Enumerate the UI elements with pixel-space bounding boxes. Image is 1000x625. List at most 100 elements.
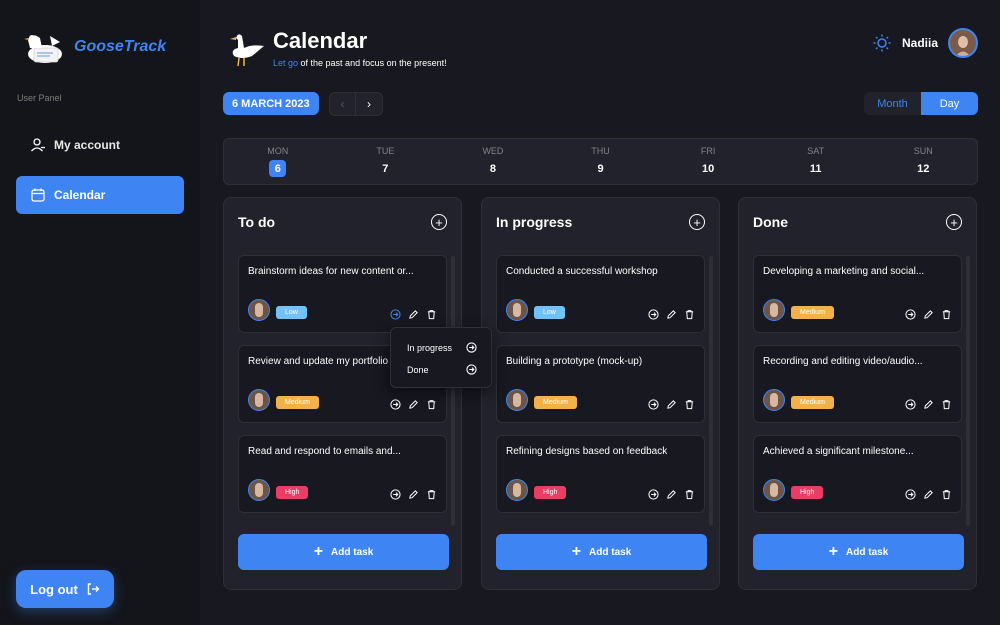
task-title: Developing a marketing and social... [763,266,925,277]
column-in-progress: In progress + Conducted a successful works… [481,197,720,590]
user-icon [31,138,45,152]
move-task-icon[interactable] [904,308,916,320]
plus-icon: + [313,543,324,560]
logout-label: Log out [30,581,78,597]
edit-task-icon[interactable] [407,308,419,320]
task-card[interactable]: Brainstorm ideas for new content or... Lo… [238,255,447,333]
weekday-sat[interactable]: SAT 11 [762,139,870,184]
task-card[interactable]: Achieved a significant milestone... High [753,435,962,513]
task-card[interactable]: Building a prototype (mock-up) Medium [496,345,705,423]
edit-task-icon[interactable] [922,488,934,500]
delete-task-icon[interactable] [425,398,437,410]
move-task-icon[interactable] [647,308,659,320]
weekday-number: 10 [701,162,715,175]
task-actions [389,488,437,500]
task-avatar [248,479,270,501]
task-actions [647,398,695,410]
next-button[interactable]: › [356,93,382,115]
arrow-circle-icon [466,364,477,375]
weekday-fri[interactable]: FRI 10 [654,139,762,184]
prev-button[interactable]: ‹ [330,93,356,115]
task-title: Building a prototype (mock-up) [506,356,643,367]
goose-logo-icon [24,35,62,63]
weekday-tue[interactable]: TUE 7 [332,139,440,184]
edit-task-icon[interactable] [922,398,934,410]
move-to-in-progress[interactable]: In progress [407,342,477,353]
weekday-sun[interactable]: SUN 12 [869,139,977,184]
edit-task-icon[interactable] [665,398,677,410]
edit-task-icon[interactable] [407,488,419,500]
priority-badge: Medium [791,396,834,409]
weekday-wed[interactable]: WED 8 [439,139,547,184]
delete-task-icon[interactable] [425,308,437,320]
edit-task-icon[interactable] [407,398,419,410]
column-scrollbar[interactable] [451,256,455,526]
avatar[interactable] [948,28,978,58]
delete-task-icon[interactable] [940,488,952,500]
month-view-button[interactable]: Month [864,92,921,115]
task-avatar [763,299,785,321]
calendar-icon [31,188,45,202]
task-avatar [506,299,528,321]
week-strip: MON 6 TUE 7 WED 8 THU 9 FRI 10 SAT 11 SUN 12 [223,138,978,185]
move-task-icon[interactable] [389,488,401,500]
sidebar-item-label: My account [54,138,121,152]
column-scrollbar[interactable] [966,256,970,526]
priority-badge: Low [276,306,307,319]
add-task-label: Add task [589,546,632,558]
column-title: To do [238,214,276,230]
edit-task-icon[interactable] [665,308,677,320]
task-avatar [763,389,785,411]
arrow-circle-icon [466,342,477,353]
delete-task-icon[interactable] [940,308,952,320]
weekday-number: 9 [597,162,604,175]
delete-task-icon[interactable] [425,488,437,500]
subtitle-accent: Let go [273,58,299,68]
add-task-plus-icon[interactable]: + [946,214,962,230]
day-view-button[interactable]: Day [921,92,978,115]
task-avatar [763,479,785,501]
add-task-button[interactable]: + Add task [238,534,449,570]
delete-task-icon[interactable] [683,398,695,410]
add-task-plus-icon[interactable]: + [689,214,705,230]
sidebar-item-calendar[interactable]: Calendar [16,176,184,214]
weekday-thu[interactable]: THU 9 [547,139,655,184]
move-task-icon[interactable] [647,398,659,410]
move-task-icon[interactable] [904,488,916,500]
task-card[interactable]: Developing a marketing and social... Medi… [753,255,962,333]
weekday-name: FRI [700,146,716,156]
task-actions [904,488,952,500]
sidebar-item-label: Calendar [54,188,106,202]
weekday-name: TUE [376,146,395,156]
task-card[interactable]: Read and respond to emails and... High [238,435,447,513]
sun-icon[interactable] [872,33,892,53]
edit-task-icon[interactable] [665,488,677,500]
task-card[interactable]: Refining designs based on feedback High [496,435,705,513]
priority-badge: High [276,486,309,499]
delete-task-icon[interactable] [940,398,952,410]
sidebar-item-my-account[interactable]: My account [16,126,184,164]
move-task-icon[interactable] [647,488,659,500]
add-task-plus-icon[interactable]: + [431,214,447,230]
add-task-button[interactable]: + Add task [496,534,707,570]
move-task-icon[interactable] [389,308,401,320]
task-card[interactable]: Recording and editing video/audio... Medi… [753,345,962,423]
logout-button[interactable]: Log out [16,570,114,608]
page-title: Calendar [273,28,368,53]
logo[interactable]: GooseTrack [20,26,166,68]
delete-task-icon[interactable] [683,488,695,500]
task-avatar [506,389,528,411]
move-to-done[interactable]: Done [407,364,477,375]
column-scrollbar[interactable] [709,256,713,526]
date-navigation: ‹ › [329,92,383,116]
add-task-button[interactable]: + Add task [753,534,964,570]
delete-task-icon[interactable] [683,308,695,320]
sidebar: GooseTrack User Panel My account Calenda… [0,0,200,625]
edit-task-icon[interactable] [922,308,934,320]
move-task-icon[interactable] [904,398,916,410]
priority-badge: Medium [534,396,577,409]
weekday-number: 6 [269,160,287,177]
weekday-mon[interactable]: MON 6 [224,139,332,184]
task-card[interactable]: Conducted a successful workshop Low [496,255,705,333]
move-task-icon[interactable] [389,398,401,410]
